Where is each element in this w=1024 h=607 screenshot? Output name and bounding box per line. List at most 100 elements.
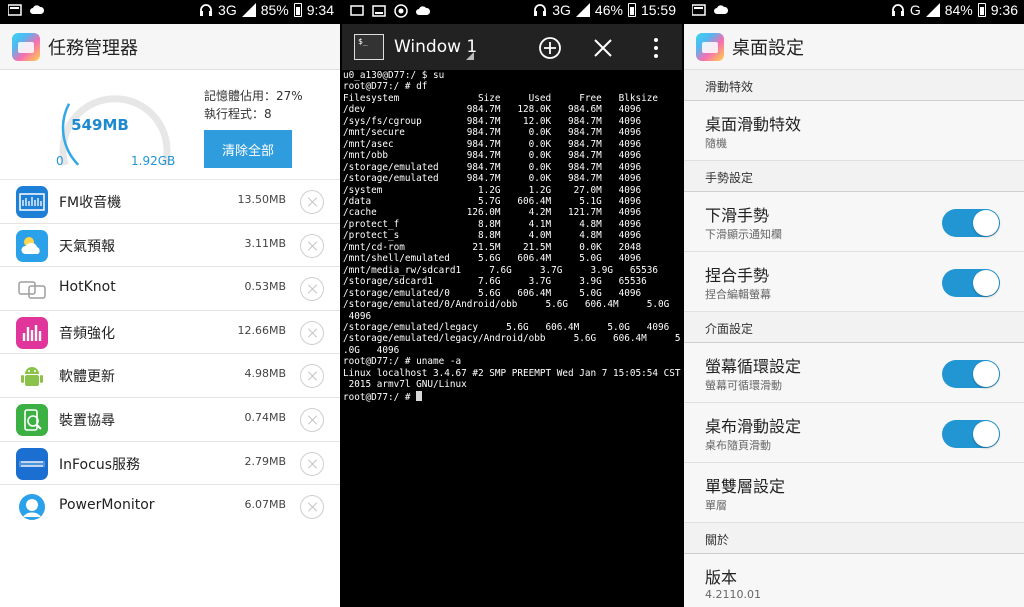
terminal-line: /mnt/asec 984.7M 0.0K 984.7M 4096 xyxy=(343,138,642,150)
close-app-icon[interactable] xyxy=(300,495,324,520)
swipe-down-toggle[interactable] xyxy=(942,209,1000,237)
setting-desktop-slide-effect[interactable]: 桌面滑動特效 隨機 xyxy=(684,101,1024,161)
terminal-line: /cache 126.0M 4.2M 121.7M 4096 xyxy=(343,207,642,219)
app-memory-size: 12.66MB xyxy=(237,323,286,337)
terminal-line: Linux localhost 3.4.67 #2 SMP PREEMPT We… xyxy=(343,367,681,379)
wallpaper-scroll-toggle[interactable] xyxy=(942,420,1000,448)
terminal-line: /mnt/obb 984.7M 0.0K 984.7M 4096 xyxy=(343,150,642,162)
app-name: 音頻強化 xyxy=(59,325,115,342)
terminal-line: 4096 xyxy=(343,310,372,322)
setting-subtitle: 下滑顯示通知欄 xyxy=(705,228,782,241)
status-bar: 3G 85% 9:34 xyxy=(0,0,340,24)
close-app-icon[interactable] xyxy=(300,451,324,476)
overflow-menu-icon[interactable] xyxy=(644,36,668,60)
battery-icon xyxy=(977,3,986,17)
terminal-output[interactable]: u0_a130@D77:/ $ su root@D77:/ # df Filesys… xyxy=(342,70,682,607)
app-row-power-monitor[interactable]: PowerMonitor 6.07MB xyxy=(0,484,340,528)
terminal-line: /mnt/shell/emulated 5.6G 606.4M 5.0G 409… xyxy=(343,253,642,265)
terminal-line: /storage/emulated/legacy/Android/obb 5.6… xyxy=(343,333,681,345)
weather-icon xyxy=(16,229,48,262)
screen-loop-toggle[interactable] xyxy=(942,360,1000,388)
signal-icon xyxy=(575,3,590,17)
battery-icon xyxy=(293,3,302,17)
terminal-line: /storage/emulated 984.7M 0.0K 984.7M 409… xyxy=(343,161,642,173)
terminal-line: /data 5.7G 606.4M 5.1G 4096 xyxy=(343,195,642,207)
terminal-line: root@D77:/ # uname -a xyxy=(343,356,462,368)
section-header-about: 關於 xyxy=(684,523,1024,554)
radio-icon xyxy=(16,186,48,218)
close-app-icon[interactable] xyxy=(300,233,324,258)
desktop-settings-logo-icon xyxy=(696,32,724,61)
app-memory-size: 0.74MB xyxy=(244,410,286,424)
close-app-icon[interactable] xyxy=(300,190,324,214)
battery-level: 46% xyxy=(594,2,623,18)
terminal-line: /protect_s 8.8M 4.0M 4.8M 4096 xyxy=(343,230,642,242)
setting-subtitle: 隨機 xyxy=(705,137,727,150)
section-header-slide-effect: 滑動特效 xyxy=(684,70,1024,101)
terminal-line: /sys/fs/cgroup 984.7M 12.0K 984.7M 4096 xyxy=(343,115,642,127)
clear-all-button[interactable]: 清除全部 xyxy=(204,130,292,168)
app-row-device-finder[interactable]: 裝置協尋 0.74MB xyxy=(0,396,340,441)
close-app-icon[interactable] xyxy=(300,364,324,389)
new-window-icon[interactable] xyxy=(538,36,562,60)
battery-level: 85% xyxy=(260,2,289,18)
terminal-cursor xyxy=(416,390,423,401)
close-app-icon[interactable] xyxy=(300,320,324,345)
record-icon xyxy=(394,4,408,18)
screenshot-icon xyxy=(350,5,364,16)
close-app-icon[interactable] xyxy=(300,407,324,432)
app-row-weather[interactable]: 天氣預報 3.11MB xyxy=(0,222,340,267)
desktop-settings-screen: G 84% 9:36 桌面設定 滑動特效 桌面滑動特效 隨機 手勢設定 下滑手勢… xyxy=(684,0,1024,607)
clock: 9:36 xyxy=(990,2,1018,18)
setting-subtitle: 單層 xyxy=(705,499,727,512)
terminal-notification-icon xyxy=(372,5,386,17)
app-name: FM收音機 xyxy=(59,195,122,211)
setting-title: 下滑手勢 xyxy=(705,206,770,225)
terminal-app-icon xyxy=(354,34,384,60)
status-bar: G 84% 9:36 xyxy=(684,0,1024,24)
setting-pinch-gesture[interactable]: 捏合手勢 捏合編輯螢幕 xyxy=(684,252,1024,312)
app-row-hotknot[interactable]: HotKnot 0.53MB xyxy=(0,266,340,310)
terminal-line: /mnt/secure 984.7M 0.0K 984.7M 4096 xyxy=(343,127,642,139)
toggle-knob xyxy=(973,270,999,296)
section-header-interface: 介面設定 xyxy=(684,312,1024,343)
toggle-knob xyxy=(973,421,999,447)
version-number: 4.2110.01 xyxy=(705,588,761,601)
setting-title: 捏合手勢 xyxy=(705,266,770,285)
app-row-infocus-service[interactable]: InFocus服務 2.79MB xyxy=(0,440,340,485)
close-app-icon[interactable] xyxy=(300,277,324,302)
app-name: 天氣預報 xyxy=(59,238,115,255)
gauge-max-label: 1.92GB xyxy=(131,154,176,168)
setting-title: 螢幕循環設定 xyxy=(705,357,802,376)
terminal-line: /storage/sdcard1 7.6G 3.7G 3.9G 65536 xyxy=(343,276,647,288)
device-finder-icon xyxy=(16,403,48,436)
cloud-icon xyxy=(416,6,430,15)
android-update-icon xyxy=(16,360,48,393)
infocus-icon xyxy=(16,447,48,480)
notification-icon xyxy=(8,4,22,16)
window-selector[interactable]: Window 1 xyxy=(394,37,477,57)
pinch-toggle[interactable] xyxy=(942,269,1000,297)
app-row-fm-radio[interactable]: FM收音機 13.50MB xyxy=(0,179,340,223)
setting-single-double-layer[interactable]: 單雙層設定 單層 xyxy=(684,463,1024,523)
setting-title: 桌面滑動特效 xyxy=(705,115,802,134)
window-dropdown-caret-icon[interactable] xyxy=(466,52,474,60)
terminal-line: 2015 armv7l GNU/Linux xyxy=(343,379,467,391)
task-manager-screen: 3G 85% 9:34 任務管理器 549MB 0 1.92GB 記憶體佔用：2… xyxy=(0,0,340,607)
terminal-line: /storage/emulated/0/Android/obb 5.6G 606… xyxy=(343,299,670,311)
terminal-line: /system 1.2G 1.2G 27.0M 4096 xyxy=(343,184,642,196)
setting-version[interactable]: 版本 4.2110.01 xyxy=(684,554,1024,607)
setting-wallpaper-scroll[interactable]: 桌布滑動設定 桌布隨頁滑動 xyxy=(684,403,1024,463)
app-row-audio-enhance[interactable]: 音頻強化 12.66MB xyxy=(0,309,340,354)
app-row-software-update[interactable]: 軟體更新 4.98MB xyxy=(0,353,340,397)
setting-screen-loop[interactable]: 螢幕循環設定 螢幕可循環滑動 xyxy=(684,343,1024,403)
clock: 15:59 xyxy=(640,2,676,18)
close-window-icon[interactable] xyxy=(591,36,615,60)
terminal-line: root@D77:/ # df xyxy=(343,81,428,93)
setting-swipe-down-gesture[interactable]: 下滑手勢 下滑顯示通知欄 xyxy=(684,192,1024,252)
section-header-gesture: 手勢設定 xyxy=(684,161,1024,192)
network-type: G xyxy=(909,2,921,18)
running-app-list: FM收音機 13.50MB 天氣預報 3.11MB HotKnot 0.53MB… xyxy=(0,179,340,528)
network-type: 3G xyxy=(218,2,237,18)
gauge-min-label: 0 xyxy=(56,154,64,168)
